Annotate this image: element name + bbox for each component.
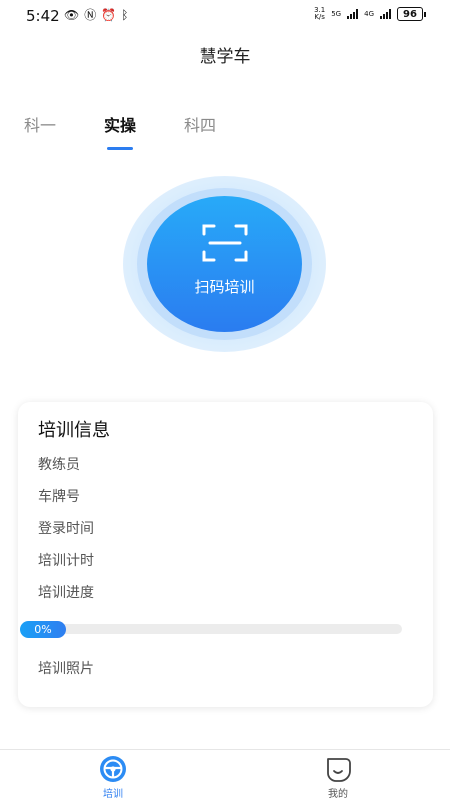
nav-item-mine[interactable]: 我的 — [308, 755, 368, 800]
network-4g-label: 4G — [364, 10, 374, 18]
battery-icon: 96 — [397, 7, 426, 21]
nav-label-training: 培训 — [103, 789, 123, 800]
bluetooth-icon: ᛒ — [121, 8, 129, 22]
status-right-icons: 3.1 K/s 5G 4G 96 — [314, 7, 426, 21]
info-row-timer: 培训计时 — [38, 553, 94, 569]
info-row-photos: 培训照片 — [38, 661, 94, 677]
eye-icon: 👁 — [64, 8, 80, 22]
subject-tabs: 科一 实操 科四 — [24, 112, 216, 150]
scan-training-button[interactable]: 扫码培训 — [147, 196, 302, 332]
progress-percent-badge: 0% — [20, 621, 66, 638]
info-row-progress: 培训进度 — [38, 585, 94, 601]
signal-4g-icon — [380, 9, 391, 19]
scan-button-label: 扫码培训 — [194, 278, 255, 296]
active-tab-indicator — [107, 147, 134, 150]
scan-qr-icon — [202, 224, 247, 262]
training-progress-bar — [22, 624, 402, 634]
card-title: 培训信息 — [38, 420, 110, 441]
signal-5g-icon — [347, 9, 359, 19]
tab-ke-si[interactable]: 科四 — [184, 112, 216, 136]
nfc-icon: Ⓝ — [84, 8, 97, 22]
bottom-navigation: 培训 我的 — [0, 749, 450, 800]
profile-face-icon — [327, 758, 351, 782]
app-screen: 5:42 👁 Ⓝ ⏰ ᛒ 3.1 K/s 5G 4G 96 慧学车 科一 实操 … — [0, 0, 450, 800]
status-notification-icons: 👁 Ⓝ ⏰ ᛒ — [64, 8, 128, 22]
training-info-card: 培训信息 教练员 车牌号 登录时间 培训计时 培训进度 0% 培训照片 — [18, 402, 433, 707]
battery-level: 96 — [397, 7, 423, 21]
status-time: 5:42 — [26, 7, 60, 25]
info-row-coach: 教练员 — [38, 457, 80, 473]
nav-label-mine: 我的 — [328, 789, 348, 800]
page-title: 慧学车 — [199, 47, 251, 67]
network-speed: 3.1 K/s — [314, 6, 326, 21]
alarm-icon: ⏰ — [101, 8, 117, 22]
tab-ke-yi[interactable]: 科一 — [24, 112, 56, 136]
network-5g-label: 5G — [331, 10, 342, 18]
info-row-login-time: 登录时间 — [38, 521, 94, 537]
tab-shi-cao[interactable]: 实操 — [104, 112, 136, 150]
steering-wheel-icon — [100, 756, 126, 782]
info-row-plate: 车牌号 — [38, 489, 80, 505]
nav-item-training[interactable]: 培训 — [83, 755, 143, 800]
status-bar: 5:42 👁 Ⓝ ⏰ ᛒ 3.1 K/s 5G 4G 96 — [0, 0, 450, 32]
